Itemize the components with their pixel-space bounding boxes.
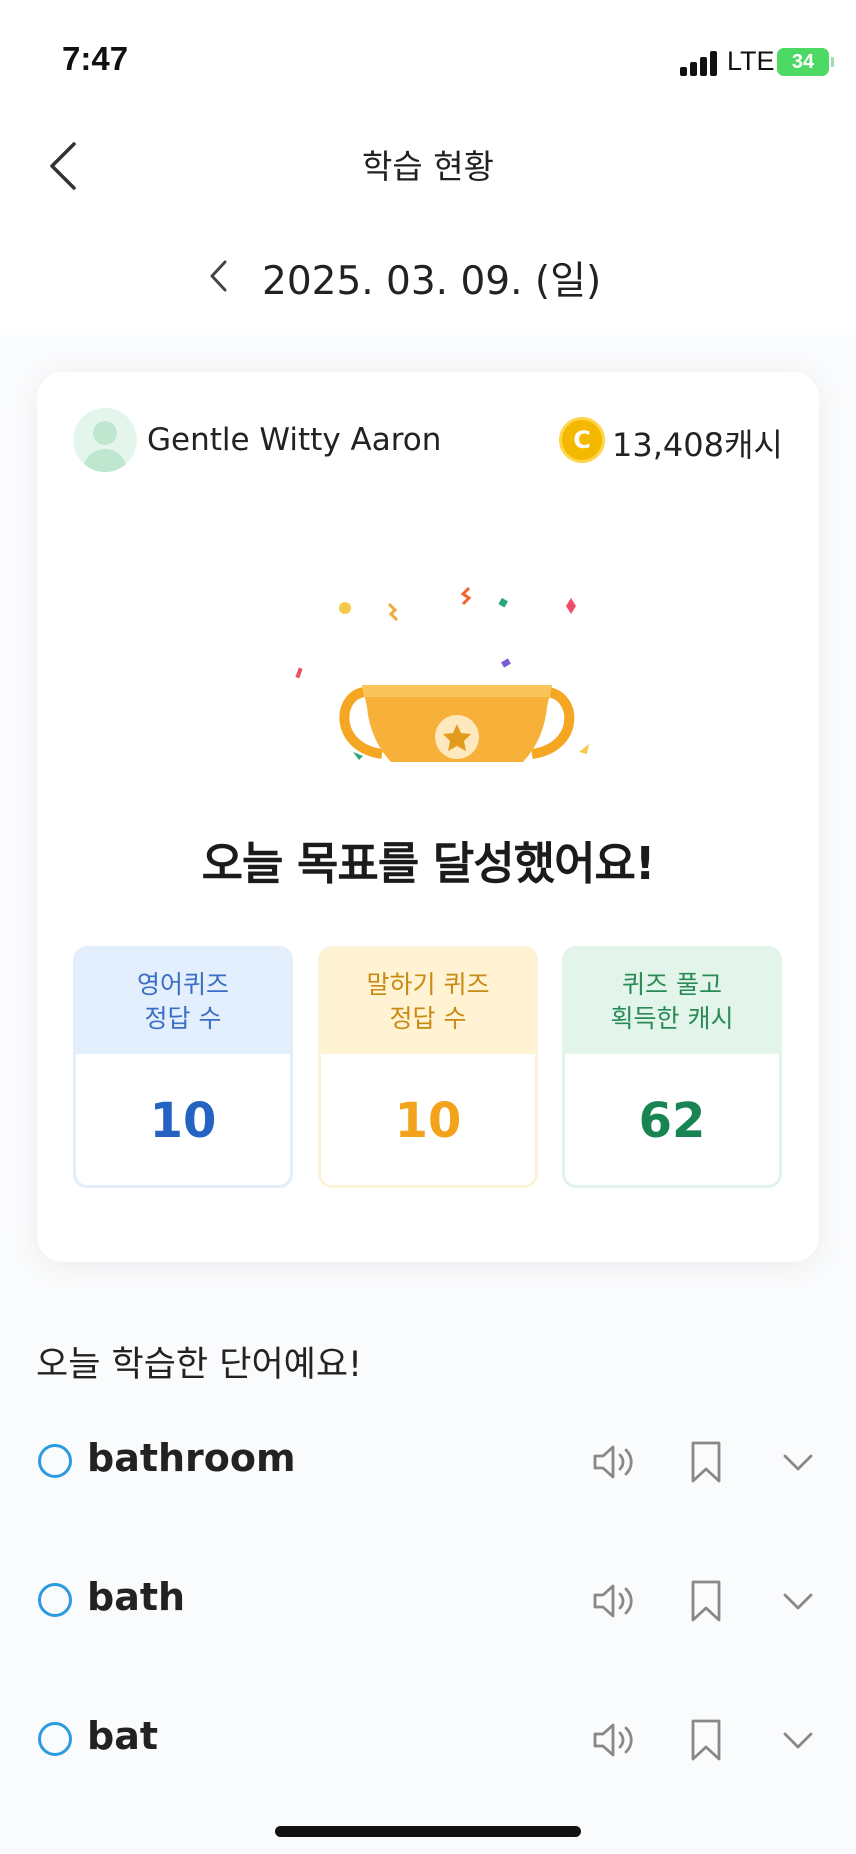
stat-english-quiz: 영어퀴즈 정답 수 10 <box>73 946 293 1188</box>
expand-button[interactable] <box>770 1434 826 1490</box>
word-check-toggle[interactable] <box>38 1444 72 1478</box>
coin-icon: C <box>559 417 605 463</box>
expand-button[interactable] <box>770 1573 826 1629</box>
stat-english-quiz-value: 10 <box>149 1093 217 1149</box>
bookmark-button[interactable] <box>678 1434 734 1490</box>
word-text: bath <box>87 1575 186 1619</box>
home-indicator[interactable] <box>275 1826 581 1837</box>
word-check-toggle[interactable] <box>38 1583 72 1617</box>
summary-card: Gentle Witty Aaron C 13,408캐시 오늘 목표를 달성했… <box>37 372 819 1262</box>
speaker-icon <box>593 1445 633 1479</box>
stat-english-quiz-label: 영어퀴즈 정답 수 <box>76 949 290 1054</box>
chevron-down-icon <box>783 1593 813 1610</box>
stat-quiz-cash-value: 62 <box>638 1093 706 1149</box>
bookmark-icon <box>691 1441 721 1483</box>
cash-amount: 13,408캐시 <box>612 426 783 464</box>
speaker-icon <box>593 1723 633 1757</box>
chevron-down-icon <box>783 1732 813 1749</box>
stat-label-line2: 정답 수 <box>144 1003 222 1033</box>
stat-label-line1: 말하기 퀴즈 <box>366 969 490 999</box>
network-label: LTE <box>727 46 775 76</box>
user-name: Gentle Witty Aaron <box>147 422 442 458</box>
word-text: bathroom <box>87 1436 296 1480</box>
stat-label-line1: 퀴즈 풀고 <box>622 969 722 999</box>
bookmark-button[interactable] <box>678 1712 734 1768</box>
chevron-down-icon <box>783 1454 813 1471</box>
stat-speaking-quiz: 말하기 퀴즈 정답 수 10 <box>318 946 538 1188</box>
bookmark-button[interactable] <box>678 1573 734 1629</box>
page-title: 학습 현황 <box>362 147 494 186</box>
stat-speaking-quiz-label: 말하기 퀴즈 정답 수 <box>321 949 535 1054</box>
status-time: 7:47 <box>62 40 129 77</box>
speaker-button[interactable] <box>587 1573 643 1629</box>
bookmark-icon <box>691 1580 721 1622</box>
trophy-icon <box>247 522 607 889</box>
chevron-left-icon <box>210 260 227 292</box>
speaker-button[interactable] <box>587 1712 643 1768</box>
word-text: bat <box>87 1714 159 1758</box>
stat-label-line1: 영어퀴즈 <box>136 969 229 999</box>
word-row: bat <box>0 1692 856 1792</box>
expand-button[interactable] <box>770 1712 826 1768</box>
goal-achieved-headline: 오늘 목표를 달성했어요! <box>201 837 656 890</box>
bookmark-icon <box>691 1719 721 1761</box>
battery-icon: 34 <box>777 48 834 76</box>
word-row: bathroom <box>0 1414 856 1514</box>
stat-label-line2: 정답 수 <box>389 1003 467 1033</box>
stat-label-line2: 획득한 캐시 <box>610 1003 734 1033</box>
word-check-toggle[interactable] <box>38 1722 72 1756</box>
signal-icon <box>680 50 720 76</box>
speaker-icon <box>593 1584 633 1618</box>
stat-quiz-cash: 퀴즈 풀고 획득한 캐시 62 <box>562 946 782 1188</box>
avatar <box>73 408 137 472</box>
status-bar: 7:47 LTE 34 <box>0 0 856 110</box>
speaker-button[interactable] <box>587 1434 643 1490</box>
stat-speaking-quiz-value: 10 <box>394 1093 462 1149</box>
date-label: 2025. 03. 09. (일) <box>262 259 602 304</box>
word-row: bath <box>0 1553 856 1653</box>
words-section-title: 오늘 학습한 단어예요! <box>36 1345 363 1385</box>
stat-quiz-cash-label: 퀴즈 풀고 획득한 캐시 <box>565 949 779 1054</box>
previous-date-button[interactable] <box>205 258 235 294</box>
